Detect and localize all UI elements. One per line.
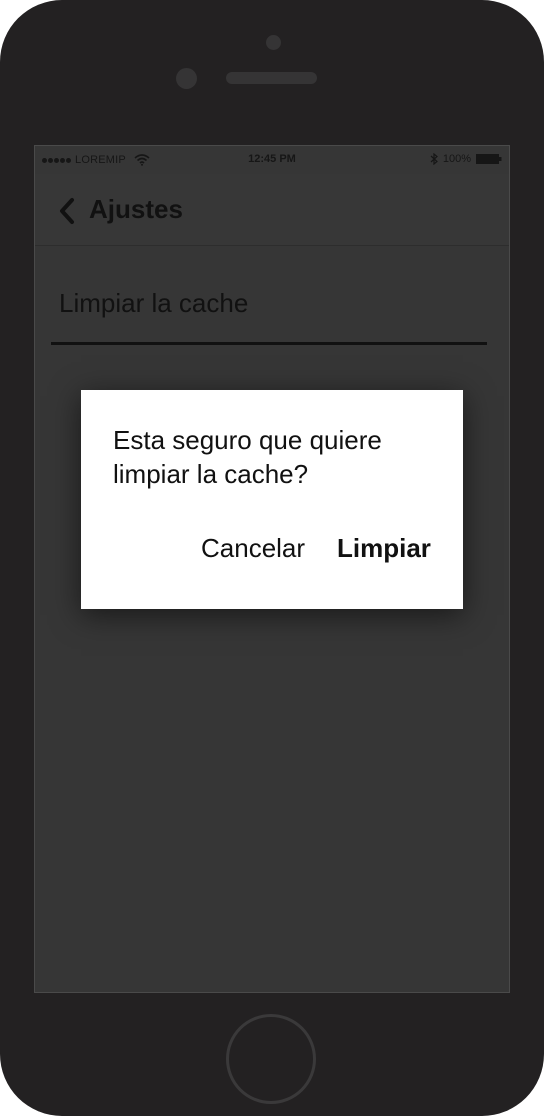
settings-item-clear-cache[interactable]: Limpiar la cache <box>51 256 487 348</box>
cancel-button[interactable]: Cancelar <box>201 533 305 564</box>
phone-frame: LOREMIP 12:45 PM 100% Ajustes Limpiar la… <box>0 0 544 1116</box>
settings-item-label: Limpiar la cache <box>59 288 249 318</box>
confirm-dialog: Esta seguro que quiere limpiar la cache?… <box>81 390 463 609</box>
page-title: Ajustes <box>89 194 183 224</box>
battery-percent: 100% <box>442 153 471 165</box>
status-right: 100% <box>430 153 502 165</box>
divider <box>51 342 487 345</box>
home-button[interactable] <box>226 1014 316 1104</box>
chevron-left-icon[interactable] <box>57 196 77 226</box>
battery-icon <box>476 154 502 164</box>
clear-button[interactable]: Limpiar <box>337 533 431 564</box>
screen: LOREMIP 12:45 PM 100% Ajustes Limpiar la… <box>34 145 510 993</box>
bluetooth-icon <box>430 153 438 165</box>
earpiece-speaker <box>226 72 317 84</box>
front-camera <box>266 35 281 50</box>
status-bar: LOREMIP 12:45 PM 100% <box>35 146 509 174</box>
proximity-sensor <box>176 68 197 89</box>
dialog-message: Esta seguro que quiere limpiar la cache? <box>113 425 382 489</box>
navigation-bar: Ajustes <box>35 174 509 246</box>
